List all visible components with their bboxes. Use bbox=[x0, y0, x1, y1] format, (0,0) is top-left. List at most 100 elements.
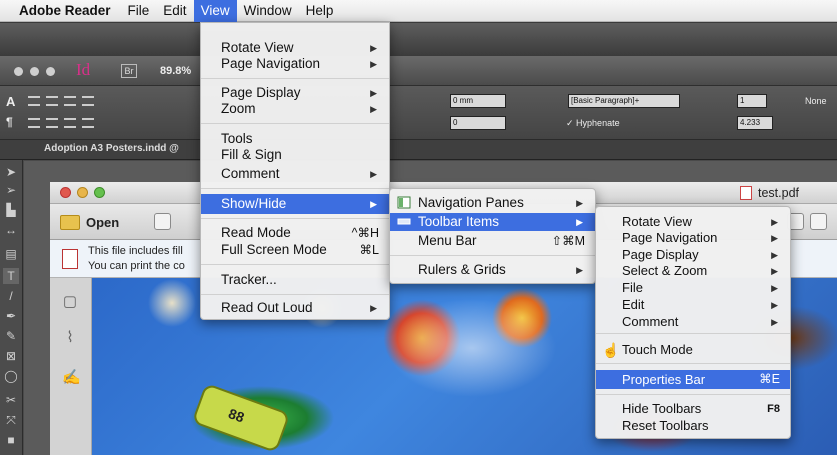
signatures-icon[interactable]: ✍ bbox=[62, 368, 81, 386]
line-tool-icon[interactable]: / bbox=[3, 288, 19, 304]
minimize-icon[interactable] bbox=[30, 67, 39, 76]
rectangle-frame-tool-icon[interactable]: ⊠ bbox=[3, 348, 19, 364]
navigation-panes-icon bbox=[397, 196, 411, 209]
menu-item-tracker[interactable]: Tracker... bbox=[201, 271, 389, 289]
mac-menu-bar: Adobe Reader File Edit View Window Help bbox=[0, 0, 837, 22]
align-left-icon[interactable] bbox=[28, 96, 40, 106]
gap-tool-icon[interactable]: ↔ bbox=[3, 222, 19, 238]
menu-item-menu-bar[interactable]: Menu Bar ⇧⌘M bbox=[390, 232, 595, 250]
menu-item-fill-sign[interactable]: Fill & Sign bbox=[201, 146, 389, 164]
menu-view[interactable]: View bbox=[193, 0, 237, 22]
pencil-tool-icon[interactable]: ✎ bbox=[3, 328, 19, 344]
menu-item-properties-bar[interactable]: Properties Bar ⌘E bbox=[596, 370, 790, 389]
indesign-document-tab[interactable]: Adoption A3 Posters.indd @ bbox=[0, 140, 837, 160]
columns-field[interactable]: 1 bbox=[737, 94, 767, 108]
indesign-control-panel: A ¶ 0 mm 0 [Basic Paragraph]+ ✓ Hyphenat… bbox=[0, 86, 837, 140]
toolbar-items-icon bbox=[397, 218, 411, 225]
direct-selection-tool-icon[interactable]: ➢ bbox=[3, 182, 19, 198]
hyphenate-label: Hyphenate bbox=[576, 118, 620, 128]
ellipse-tool-icon[interactable]: ◯ bbox=[3, 368, 19, 384]
menu-item-hide-toolbars[interactable]: Hide Toolbars F8 bbox=[596, 400, 790, 418]
message-line-2: You can print the co bbox=[88, 260, 185, 272]
selection-tool-icon[interactable]: ➤ bbox=[3, 164, 19, 180]
navigation-pane: ▢ ⌇ ✍ bbox=[50, 278, 92, 455]
space-before-field[interactable]: 0 mm bbox=[450, 94, 506, 108]
drop-cap-field[interactable]: 0 bbox=[450, 116, 506, 130]
menu-item-navigation-panes[interactable]: Navigation Panes ▶ bbox=[390, 194, 595, 212]
justify-center-icon[interactable] bbox=[46, 118, 58, 128]
submenu-arrow-icon: ▶ bbox=[771, 283, 778, 293]
menu-item-edit[interactable]: Edit ▶ bbox=[596, 296, 790, 314]
open-button[interactable]: Open bbox=[60, 211, 119, 234]
hyphenate-checkbox[interactable]: ✓ Hyphenate bbox=[566, 118, 620, 129]
menu-item-reset-toolbars[interactable]: Reset Toolbars bbox=[596, 417, 790, 435]
folder-icon bbox=[60, 215, 80, 230]
menu-item-touch-mode[interactable]: ☝ Touch Mode bbox=[596, 341, 790, 359]
page-thumbnails-icon[interactable]: ▢ bbox=[62, 292, 78, 310]
justify-icon[interactable] bbox=[82, 96, 94, 106]
menu-item-select-zoom[interactable]: Select & Zoom ▶ bbox=[596, 262, 790, 280]
create-pdf-icon[interactable] bbox=[154, 213, 171, 230]
menu-separator bbox=[596, 363, 790, 364]
align-center-icon[interactable] bbox=[46, 96, 58, 106]
submenu-arrow-icon: ▶ bbox=[771, 233, 778, 243]
submenu-arrow-icon: ▶ bbox=[370, 199, 377, 209]
paragraph-style-select[interactable]: [Basic Paragraph]+ bbox=[568, 94, 680, 108]
character-mode-icon[interactable]: A bbox=[6, 94, 15, 109]
toolbar-items-submenu: Rotate View ▶ Page Navigation ▶ Page Displ… bbox=[595, 206, 791, 439]
menu-window[interactable]: Window bbox=[237, 0, 299, 22]
type-tool-icon[interactable]: T bbox=[3, 268, 19, 284]
hand-pointer-icon: ☝ bbox=[602, 342, 620, 358]
align-right-icon[interactable] bbox=[64, 96, 76, 106]
submenu-arrow-icon: ▶ bbox=[771, 317, 778, 327]
minimize-icon[interactable] bbox=[77, 187, 88, 198]
bridge-icon[interactable]: Br bbox=[121, 64, 137, 78]
submenu-arrow-icon: ▶ bbox=[370, 169, 377, 179]
menu-separator bbox=[201, 294, 389, 295]
menu-item-zoom[interactable]: Zoom ▶ bbox=[201, 100, 389, 118]
sign-icon[interactable] bbox=[810, 213, 827, 230]
zoom-icon[interactable] bbox=[94, 187, 105, 198]
page-tool-icon[interactable]: ▙ bbox=[3, 202, 19, 218]
justify-all-icon[interactable] bbox=[82, 118, 94, 128]
menu-item-toolbar-items[interactable]: Toolbar Items ▶ bbox=[390, 213, 595, 231]
menu-item-read-out-loud[interactable]: Read Out Loud ▶ bbox=[201, 299, 389, 317]
menu-item-comment[interactable]: Comment ▶ bbox=[596, 313, 790, 331]
form-document-icon bbox=[62, 249, 78, 269]
menu-separator bbox=[390, 255, 595, 256]
submenu-arrow-icon: ▶ bbox=[771, 300, 778, 310]
indesign-app-bar: Id Br 89.8% bbox=[0, 56, 837, 86]
menu-item-read-mode[interactable]: Read Mode ^⌘H bbox=[201, 224, 389, 242]
menu-item-page-navigation[interactable]: Page Navigation ▶ bbox=[596, 229, 790, 247]
menu-file[interactable]: File bbox=[121, 0, 157, 22]
menu-item-page-navigation[interactable]: Page Navigation ▶ bbox=[201, 55, 389, 73]
pdf-file-icon bbox=[740, 186, 752, 200]
menu-help[interactable]: Help bbox=[299, 0, 341, 22]
menu-item-show-hide[interactable]: Show/Hide ▶ bbox=[201, 194, 389, 214]
scissors-tool-icon[interactable]: ✂ bbox=[3, 392, 19, 408]
app-menu-adobe-reader[interactable]: Adobe Reader bbox=[12, 0, 121, 22]
close-icon[interactable] bbox=[60, 187, 71, 198]
zoom-level[interactable]: 89.8% bbox=[160, 65, 191, 77]
justify-right-icon[interactable] bbox=[64, 118, 76, 128]
paragraph-mode-icon[interactable]: ¶ bbox=[6, 115, 13, 129]
gutter-field[interactable]: 4.233 bbox=[737, 116, 773, 130]
close-icon[interactable] bbox=[14, 67, 23, 76]
menu-item-file[interactable]: File ▶ bbox=[596, 279, 790, 297]
show-hide-submenu: Navigation Panes ▶ Toolbar Items ▶ Menu Ba… bbox=[389, 188, 596, 284]
justify-left-icon[interactable] bbox=[28, 118, 40, 128]
zoom-icon[interactable] bbox=[46, 67, 55, 76]
menu-item-full-screen-mode[interactable]: Full Screen Mode ⌘L bbox=[201, 241, 389, 259]
indesign-logo: Id bbox=[76, 60, 91, 79]
submenu-arrow-icon: ▶ bbox=[576, 217, 583, 227]
menu-item-rulers-grids[interactable]: Rulers & Grids ▶ bbox=[390, 261, 595, 279]
pen-tool-icon[interactable]: ✒ bbox=[3, 308, 19, 324]
menu-item-comment[interactable]: Comment ▶ bbox=[201, 165, 389, 183]
submenu-arrow-icon: ▶ bbox=[576, 265, 583, 275]
attachments-icon[interactable]: ⌇ bbox=[62, 328, 78, 346]
free-transform-tool-icon[interactable]: ⤧ bbox=[3, 412, 19, 428]
content-collector-icon[interactable]: ▤ bbox=[3, 246, 19, 262]
gradient-tool-icon[interactable]: ■ bbox=[3, 432, 19, 448]
menu-edit[interactable]: Edit bbox=[156, 0, 193, 22]
menu-separator bbox=[201, 123, 389, 124]
